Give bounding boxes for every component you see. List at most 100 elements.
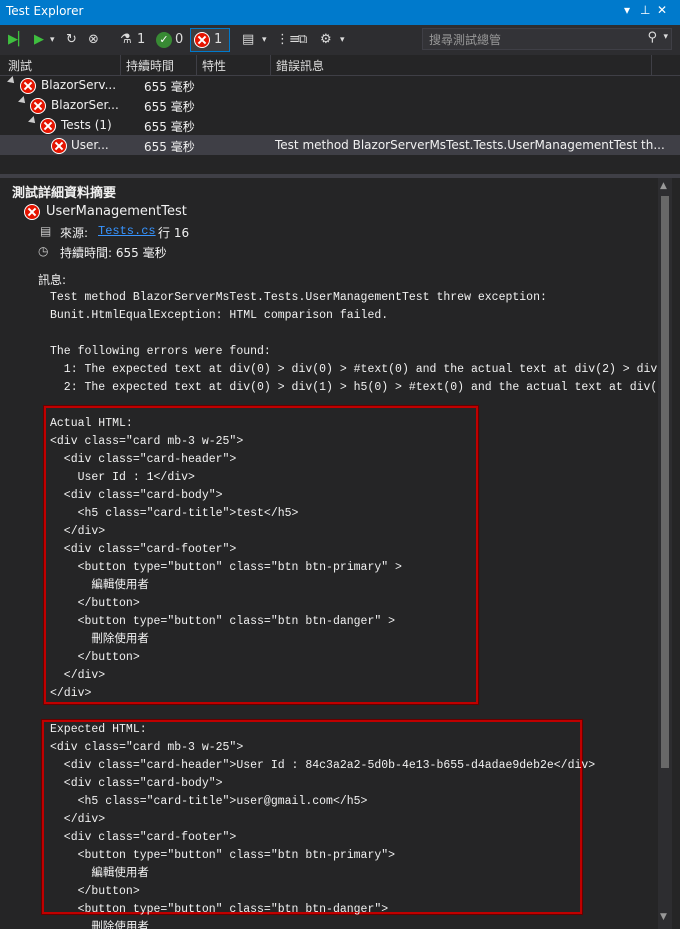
expected-html-line: <div class="card-body"> — [50, 777, 223, 790]
run-all-icon[interactable]: ▶▏ — [8, 31, 28, 49]
close-icon[interactable]: ✕ — [657, 3, 667, 17]
tree-row-class[interactable]: Tests (1) 655 毫秒 — [0, 115, 680, 135]
expected-html-line: Expected HTML: — [50, 723, 147, 736]
repeat-run-icon[interactable]: ↻ — [66, 31, 77, 49]
expand-icon[interactable] — [18, 96, 28, 106]
expand-icon[interactable] — [28, 116, 38, 126]
actual-html-line: </div> — [50, 669, 106, 682]
expected-html-line: </button> — [50, 885, 140, 898]
source-link[interactable]: Tests.cs — [98, 224, 156, 238]
tree-error: Test method BlazorServerMsTest.Tests.Use… — [275, 138, 665, 152]
total-count: 1 — [137, 32, 146, 47]
message-label: 訊息: — [38, 273, 67, 287]
expected-html-line: <div class="card-header">User Id : 84c3a… — [50, 759, 596, 772]
actual-html-line: <h5 class="card-title">test</h5> — [50, 507, 299, 520]
source-label: 來源: — [60, 226, 89, 240]
tree-duration: 655 毫秒 — [144, 140, 195, 154]
search-icon[interactable]: ⚲ — [647, 30, 657, 45]
expected-html-line: <div class="card mb-3 w-25"> — [50, 741, 244, 754]
expected-html-line: 編輯使用者 — [50, 867, 149, 880]
failed-icon — [24, 204, 40, 220]
test-name: UserManagementTest — [46, 204, 187, 219]
tree-name: User... — [71, 138, 109, 152]
actual-html-line: </div> — [50, 525, 106, 538]
source-line: 行 16 — [158, 226, 190, 240]
message-line: The following errors were found: — [50, 345, 271, 358]
search-placeholder: 搜尋測試總管 — [429, 33, 502, 47]
collapse-icon[interactable]: ⧉ — [298, 31, 307, 49]
dropdown-icon[interactable]: ▾ — [624, 3, 630, 17]
expected-html-line: <button type="button" class="btn btn-dan… — [50, 903, 389, 916]
failed-filter-button[interactable]: 1 — [190, 28, 230, 52]
scroll-thumb[interactable] — [661, 196, 669, 768]
col-duration[interactable]: 持續時間 — [126, 57, 174, 74]
expected-html-line: <button type="button" class="btn btn-pri… — [50, 849, 396, 862]
col-traits[interactable]: 特性 — [202, 57, 226, 74]
tree-duration: 655 毫秒 — [144, 100, 195, 114]
actual-html-line: <button type="button" class="btn btn-dan… — [50, 615, 396, 628]
duration-text: 持續時間: 655 毫秒 — [60, 246, 167, 260]
actual-html-line: <div class="card-footer"> — [50, 543, 237, 556]
run-dropdown-icon[interactable]: ▾ — [50, 31, 55, 49]
message-line: 1: The expected text at div(0) > div(0) … — [50, 363, 658, 376]
playlist-dropdown-icon[interactable]: ▾ — [262, 31, 267, 49]
actual-html-line: </div> — [50, 687, 92, 700]
pin-icon[interactable]: ⊥ — [640, 3, 650, 17]
actual-html-line: </button> — [50, 651, 140, 664]
search-box[interactable]: 搜尋測試總管 ⚲ ▾ — [422, 28, 672, 50]
settings-icon[interactable]: ⚙ — [320, 31, 332, 49]
actual-html-line: </button> — [50, 597, 140, 610]
settings-dropdown-icon[interactable]: ▾ — [340, 31, 345, 49]
actual-html-line: <button type="button" class="btn btn-pri… — [50, 561, 402, 574]
actual-html-line: <div class="card mb-3 w-25"> — [50, 435, 244, 448]
failed-count: 1 — [214, 32, 223, 47]
failed-icon — [30, 98, 46, 114]
message-line: 2: The expected text at div(0) > div(1) … — [50, 381, 658, 394]
clock-icon: ◷ — [38, 244, 49, 258]
failed-icon — [51, 138, 67, 154]
tree-name: BlazorServ... — [41, 78, 117, 92]
expected-html-line: </div> — [50, 813, 106, 826]
actual-html-line: <div class="card-header"> — [50, 453, 237, 466]
failed-icon — [194, 32, 210, 48]
expected-html-line: 刪除使用者 — [50, 921, 149, 929]
col-test[interactable]: 測試 — [8, 57, 32, 74]
detail-scrollbar[interactable]: ▲ ▼ — [658, 178, 672, 929]
col-error[interactable]: 錯誤訊息 — [276, 57, 324, 74]
tree-row-test[interactable]: User... 655 毫秒 Test method BlazorServerM… — [0, 135, 680, 155]
message-line: Bunit.HtmlEqualException: HTML compariso… — [50, 309, 389, 322]
detail-header: 測試詳細資料摘要 — [12, 186, 117, 201]
actual-html-line: 編輯使用者 — [50, 579, 149, 592]
actual-html-line: <div class="card-body"> — [50, 489, 223, 502]
failed-icon — [20, 78, 36, 94]
tree-row-assembly[interactable]: BlazorSer... 655 毫秒 — [0, 95, 680, 115]
playlist-icon[interactable]: ▤ — [242, 31, 254, 49]
column-header: 測試 持續時間 特性 錯誤訊息 — [0, 55, 680, 76]
run-icon[interactable]: ▶ — [34, 31, 44, 49]
expand-icon[interactable] — [7, 76, 17, 86]
tree-name: BlazorSer... — [51, 98, 119, 112]
tree-duration: 655 毫秒 — [144, 80, 195, 94]
expected-html-line: <div class="card-footer"> — [50, 831, 237, 844]
window-title: Test Explorer — [6, 4, 84, 18]
expected-html-line: <h5 class="card-title">user@gmail.com</h… — [50, 795, 368, 808]
window-titlebar: Test Explorer ▾ ⊥ ✕ — [0, 0, 680, 25]
passed-count: 0 — [175, 32, 184, 47]
scroll-down-icon[interactable]: ▼ — [660, 912, 667, 922]
search-dropdown-icon[interactable]: ▾ — [663, 32, 668, 42]
actual-html-line: User Id : 1</div> — [50, 471, 195, 484]
flask-icon[interactable]: ⚗ — [120, 31, 132, 49]
scroll-up-icon[interactable]: ▲ — [660, 181, 667, 191]
failed-icon — [40, 118, 56, 134]
passed-filter-icon[interactable]: ✓ — [156, 32, 172, 48]
tree-row-project[interactable]: BlazorServ... 655 毫秒 — [0, 75, 680, 95]
cancel-run-icon[interactable]: ⊗ — [88, 31, 99, 49]
tree-duration: 655 毫秒 — [144, 120, 195, 134]
actual-html-line: Actual HTML: — [50, 417, 133, 430]
tree-name: Tests (1) — [61, 118, 112, 132]
actual-html-line: 刪除使用者 — [50, 633, 149, 646]
group-by-icon[interactable]: ⋮≡ — [276, 31, 300, 49]
detail-pane: 測試詳細資料摘要 UserManagementTest ▤ 來源: Tests.… — [0, 178, 658, 929]
source-icon: ▤ — [40, 224, 52, 238]
message-line: Test method BlazorServerMsTest.Tests.Use… — [50, 291, 547, 304]
